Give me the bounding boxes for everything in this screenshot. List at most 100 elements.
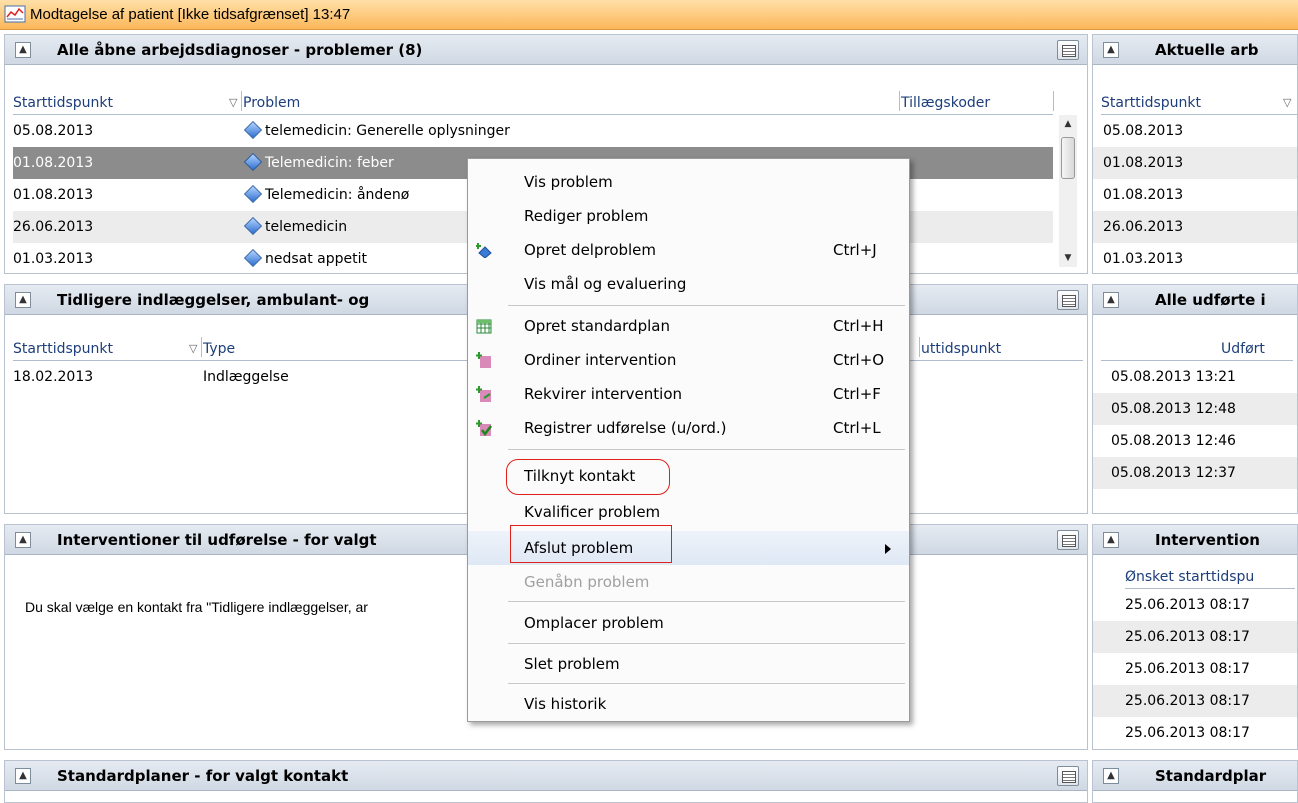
collapse-button[interactable]: ▲ <box>15 292 31 308</box>
panel-title: Tidligere indlæggelser, ambulant- og <box>57 291 370 309</box>
panel-menu-button[interactable] <box>1057 290 1079 310</box>
list-item[interactable]: 05.08.2013 12:48 <box>1093 393 1297 425</box>
column-header-end[interactable]: uttidspunkt <box>921 337 1001 361</box>
menu-item-label: Vis problem <box>524 173 613 191</box>
table-row[interactable]: 05.08.2013 telemedicin: Generelle oplysn… <box>13 115 1053 147</box>
menu-separator <box>508 449 905 450</box>
menu-item-label: Kvalificer problem <box>524 503 661 521</box>
collapse-button[interactable]: ▲ <box>15 768 31 784</box>
panel-title: Intervention <box>1155 531 1260 549</box>
collapse-button[interactable]: ▲ <box>1103 292 1119 308</box>
menu-item-view-problem[interactable]: Vis problem <box>468 165 909 199</box>
row-type: Indlæggelse <box>203 369 289 385</box>
panel-header: ▲ Aktuelle arb <box>1093 35 1297 65</box>
standard-plans-right-panel: ▲ Standardplar <box>1092 760 1298 803</box>
list-item[interactable]: 25.06.2013 08:17 <box>1093 621 1297 653</box>
panel-header: ▲ Standardplar <box>1093 761 1297 791</box>
window-titlebar: Modtagelse af patient [Ikke tidsafgrænse… <box>0 0 1298 30</box>
sort-desc-icon: ▽ <box>189 342 198 355</box>
column-header-problem[interactable]: Problem <box>243 91 300 115</box>
column-header-additional-codes[interactable]: Tillægskoder <box>901 91 990 115</box>
window-title: Modtagelse af patient [Ikke tidsafgrænse… <box>30 6 351 23</box>
performed-panel: ▲ Alle udførte i Udført 05.08.2013 13:21… <box>1092 284 1298 514</box>
menu-item-shortcut: Ctrl+J <box>833 241 877 259</box>
menu-item-label: Rekvirer intervention <box>524 385 683 403</box>
scroll-up-icon[interactable]: ▲ <box>1059 115 1077 133</box>
vertical-scrollbar[interactable]: ▲ ▼ <box>1059 115 1077 267</box>
menu-item-shortcut: Ctrl+O <box>833 351 885 369</box>
column-header-desired-start[interactable]: Ønsket starttidspu <box>1125 565 1254 589</box>
column-header-start[interactable]: Starttidspunkt <box>13 91 113 115</box>
list-item[interactable]: 05.08.2013 <box>1093 115 1297 147</box>
menu-item-edit-problem[interactable]: Rediger problem <box>468 199 909 233</box>
row-problem: telemedicin: Generelle oplysninger <box>265 123 510 139</box>
info-message: Du skal vælge en kontakt fra "Tidligere … <box>25 599 368 615</box>
red-circle-annotation <box>506 459 670 495</box>
menu-item-create-subproblem[interactable]: Opret delproblem Ctrl+J <box>468 233 909 267</box>
menu-separator <box>508 601 905 602</box>
list-item[interactable]: 01.08.2013 <box>1093 147 1297 179</box>
menu-item-label: Vis mål og evaluering <box>524 275 687 293</box>
column-header-start[interactable]: Starttidspunkt <box>1101 91 1201 115</box>
list-item[interactable]: 01.08.2013 <box>1093 179 1297 211</box>
problem-icon <box>243 216 263 236</box>
menu-item-delete-problem[interactable]: Slet problem <box>468 647 909 681</box>
list-item[interactable]: 25.06.2013 08:17 <box>1093 653 1297 685</box>
menu-item-label: Opret delproblem <box>524 241 657 259</box>
menu-item-register-execution[interactable]: Registrer udførelse (u/ord.) Ctrl+L <box>468 411 909 445</box>
menu-item-qualify-problem[interactable]: Kvalificer problem <box>468 495 909 529</box>
menu-item-order-intervention[interactable]: Ordiner intervention Ctrl+O <box>468 343 909 377</box>
menu-item-label: Registrer udførelse (u/ord.) <box>524 419 727 437</box>
column-header-row: Starttidspunkt ▽ Problem Tillægskoder <box>13 91 1054 115</box>
panel-title: Interventioner til udførelse - for valgt <box>57 531 377 549</box>
panel-header: ▲ Alle åbne arbejdsdiagnoser - problemer… <box>5 35 1087 65</box>
menu-item-label: Ordiner intervention <box>524 351 677 369</box>
list-item[interactable]: 01.03.2013 <box>1093 243 1297 273</box>
order-intervention-icon <box>476 352 491 368</box>
list-item[interactable]: 05.08.2013 12:37 <box>1093 457 1297 489</box>
row-date: 18.02.2013 <box>13 369 94 385</box>
menu-item-view-history[interactable]: Vis historik <box>468 687 909 721</box>
column-header-start[interactable]: Starttidspunkt <box>13 337 113 361</box>
menu-item-view-goals[interactable]: Vis mål og evaluering <box>468 267 909 301</box>
standard-plans-panel: ▲ Standardplaner - for valgt kontakt <box>4 760 1088 803</box>
list-item[interactable]: 05.08.2013 13:21 <box>1093 361 1297 393</box>
list-item[interactable]: 25.06.2013 08:17 <box>1093 717 1297 749</box>
list-item[interactable]: 26.06.2013 <box>1093 211 1297 243</box>
problem-icon <box>243 184 263 204</box>
row-date: 01.08.2013 <box>13 187 94 203</box>
column-divider <box>919 337 920 357</box>
panel-title: Alle åbne arbejdsdiagnoser - problemer (… <box>57 41 423 59</box>
problem-icon <box>243 120 263 140</box>
collapse-button[interactable]: ▲ <box>1103 42 1119 58</box>
row-date: 05.08.2013 <box>13 123 94 139</box>
menu-item-shortcut: Ctrl+L <box>833 419 881 437</box>
menu-item-shortcut: Ctrl+H <box>833 317 884 335</box>
submenu-arrow-icon <box>885 544 891 554</box>
scroll-down-icon[interactable]: ▼ <box>1059 249 1077 267</box>
menu-item-reopen-problem: Genåbn problem <box>468 565 909 599</box>
list-item[interactable]: 05.08.2013 12:46 <box>1093 425 1297 457</box>
row-problem: telemedicin <box>265 219 348 235</box>
current-panel: ▲ Aktuelle arb Starttidspunkt ▽ 05.08.20… <box>1092 34 1298 274</box>
collapse-button[interactable]: ▲ <box>1103 768 1119 784</box>
menu-separator <box>508 305 905 306</box>
menu-separator <box>508 643 905 644</box>
column-header-performed[interactable]: Udført <box>1221 337 1265 361</box>
menu-item-relocate-problem[interactable]: Omplacer problem <box>468 606 909 640</box>
list-item[interactable]: 25.06.2013 08:17 <box>1093 685 1297 717</box>
column-header-type[interactable]: Type <box>203 337 235 361</box>
sort-desc-icon: ▽ <box>229 96 238 109</box>
panel-menu-button[interactable] <box>1057 766 1079 786</box>
panel-menu-button[interactable] <box>1057 530 1079 550</box>
request-intervention-icon <box>476 386 491 402</box>
menu-item-request-intervention[interactable]: Rekvirer intervention Ctrl+F <box>468 377 909 411</box>
collapse-button[interactable]: ▲ <box>15 532 31 548</box>
menu-item-shortcut: Ctrl+F <box>833 385 881 403</box>
collapse-button[interactable]: ▲ <box>15 42 31 58</box>
collapse-button[interactable]: ▲ <box>1103 532 1119 548</box>
scroll-thumb[interactable] <box>1061 137 1075 179</box>
menu-item-create-standard-plan[interactable]: Opret standardplan Ctrl+H <box>468 309 909 343</box>
panel-menu-button[interactable] <box>1057 40 1079 60</box>
list-item[interactable]: 25.06.2013 08:17 <box>1093 589 1297 621</box>
